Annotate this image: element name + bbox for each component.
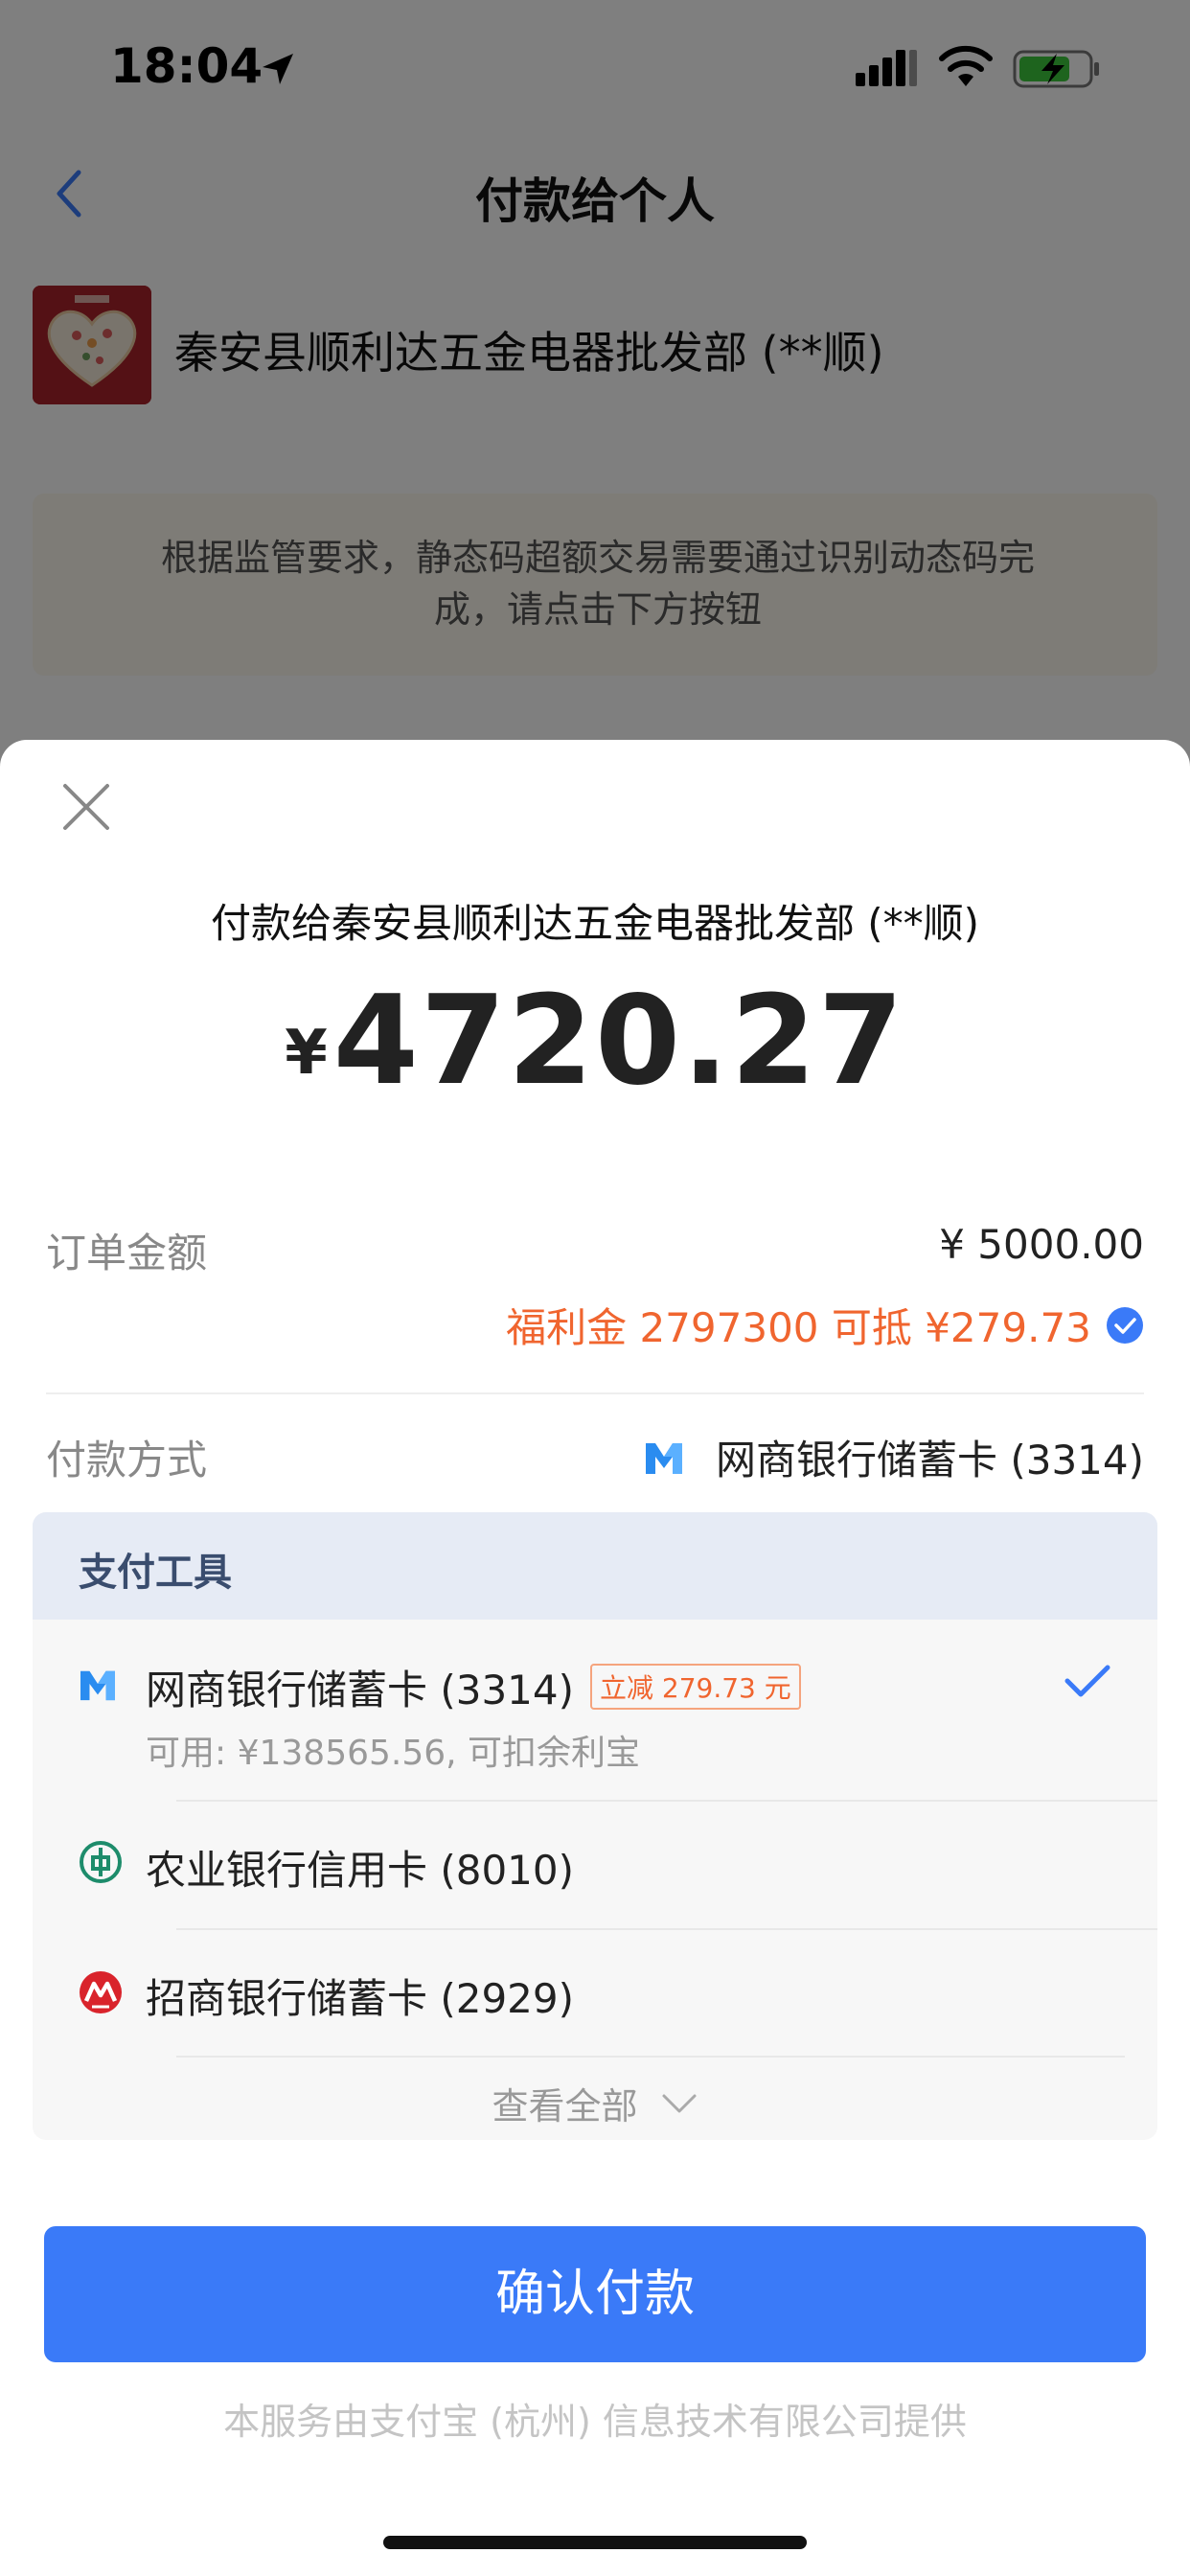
payment-method-text: 网商银行储蓄卡 (3314): [715, 1437, 1144, 1484]
payment-tools-title: 支付工具: [79, 1551, 232, 1595]
confirm-payment-button[interactable]: 确认付款: [44, 2226, 1146, 2362]
close-icon[interactable]: [57, 778, 115, 836]
payment-option-mybank[interactable]: 网商银行储蓄卡 (3314) 立减 279.73 元 可用: ¥138565.5…: [33, 1620, 1157, 1800]
payment-tools-panel-continued: 招商银行储蓄卡 (2929) 查看全部: [33, 1928, 1157, 2140]
pay-to-text: 付款给秦安县顺利达五金电器批发部 (**顺): [210, 900, 980, 947]
payment-amount: ¥4720.27: [0, 970, 1190, 1113]
checkmark-icon: [1064, 1665, 1110, 1697]
order-amount-label: 订单金额: [46, 1230, 208, 1276]
abc-bank-icon: [80, 1841, 122, 1883]
payment-tools-header: 支付工具: [33, 1512, 1157, 1620]
order-amount-value: ¥ 5000.00: [939, 1221, 1144, 1268]
mybank-icon: [645, 1442, 682, 1474]
divider: [176, 2056, 1125, 2058]
payment-option-abc[interactable]: 农业银行信用卡 (8010): [33, 1802, 1157, 1926]
view-all-text: 查看全部: [492, 2085, 638, 2128]
discount-badge: 立减 279.73 元: [590, 1664, 801, 1710]
payment-option-label: 网商银行储蓄卡 (3314): [146, 1667, 575, 1714]
payment-method-label: 付款方式: [46, 1437, 208, 1484]
chevron-down-icon: [662, 2094, 697, 2112]
discount-row[interactable]: 福利金 2797300 可抵 ¥279.73: [506, 1296, 1144, 1353]
currency-symbol: ¥: [285, 1018, 328, 1089]
payment-sheet: 付款给秦安县顺利达五金电器批发部 (**顺) ¥4720.27 订单金额 ¥ 5…: [0, 740, 1190, 2576]
discount-text: 福利金 2797300 可抵 ¥279.73: [506, 1304, 1091, 1351]
divider: [46, 1392, 1144, 1394]
mybank-icon: [80, 1670, 115, 1701]
payment-method-value[interactable]: 网商银行储蓄卡 (3314): [644, 1428, 1144, 1485]
payment-option-label: 招商银行储蓄卡 (2929): [146, 1975, 575, 2022]
payment-tools-panel: 支付工具 网商银行储蓄卡 (3314) 立减 279.73 元 可用: ¥138…: [33, 1512, 1157, 1949]
payment-option-cmb[interactable]: 招商银行储蓄卡 (2929): [33, 1930, 1157, 2055]
payment-option-label: 农业银行信用卡 (8010): [146, 1847, 575, 1894]
available-balance-text: 可用: ¥138565.56, 可扣余利宝: [146, 1734, 641, 1773]
checked-circle-icon[interactable]: [1106, 1306, 1144, 1345]
cmb-bank-icon: [80, 1971, 122, 2013]
service-provider-note: 本服务由支付宝 (杭州) 信息技术有限公司提供: [223, 2401, 967, 2443]
home-indicator: [383, 2536, 807, 2549]
view-all-link[interactable]: 查看全部: [33, 2077, 1157, 2129]
amount-value: 4720.27: [332, 970, 905, 1113]
